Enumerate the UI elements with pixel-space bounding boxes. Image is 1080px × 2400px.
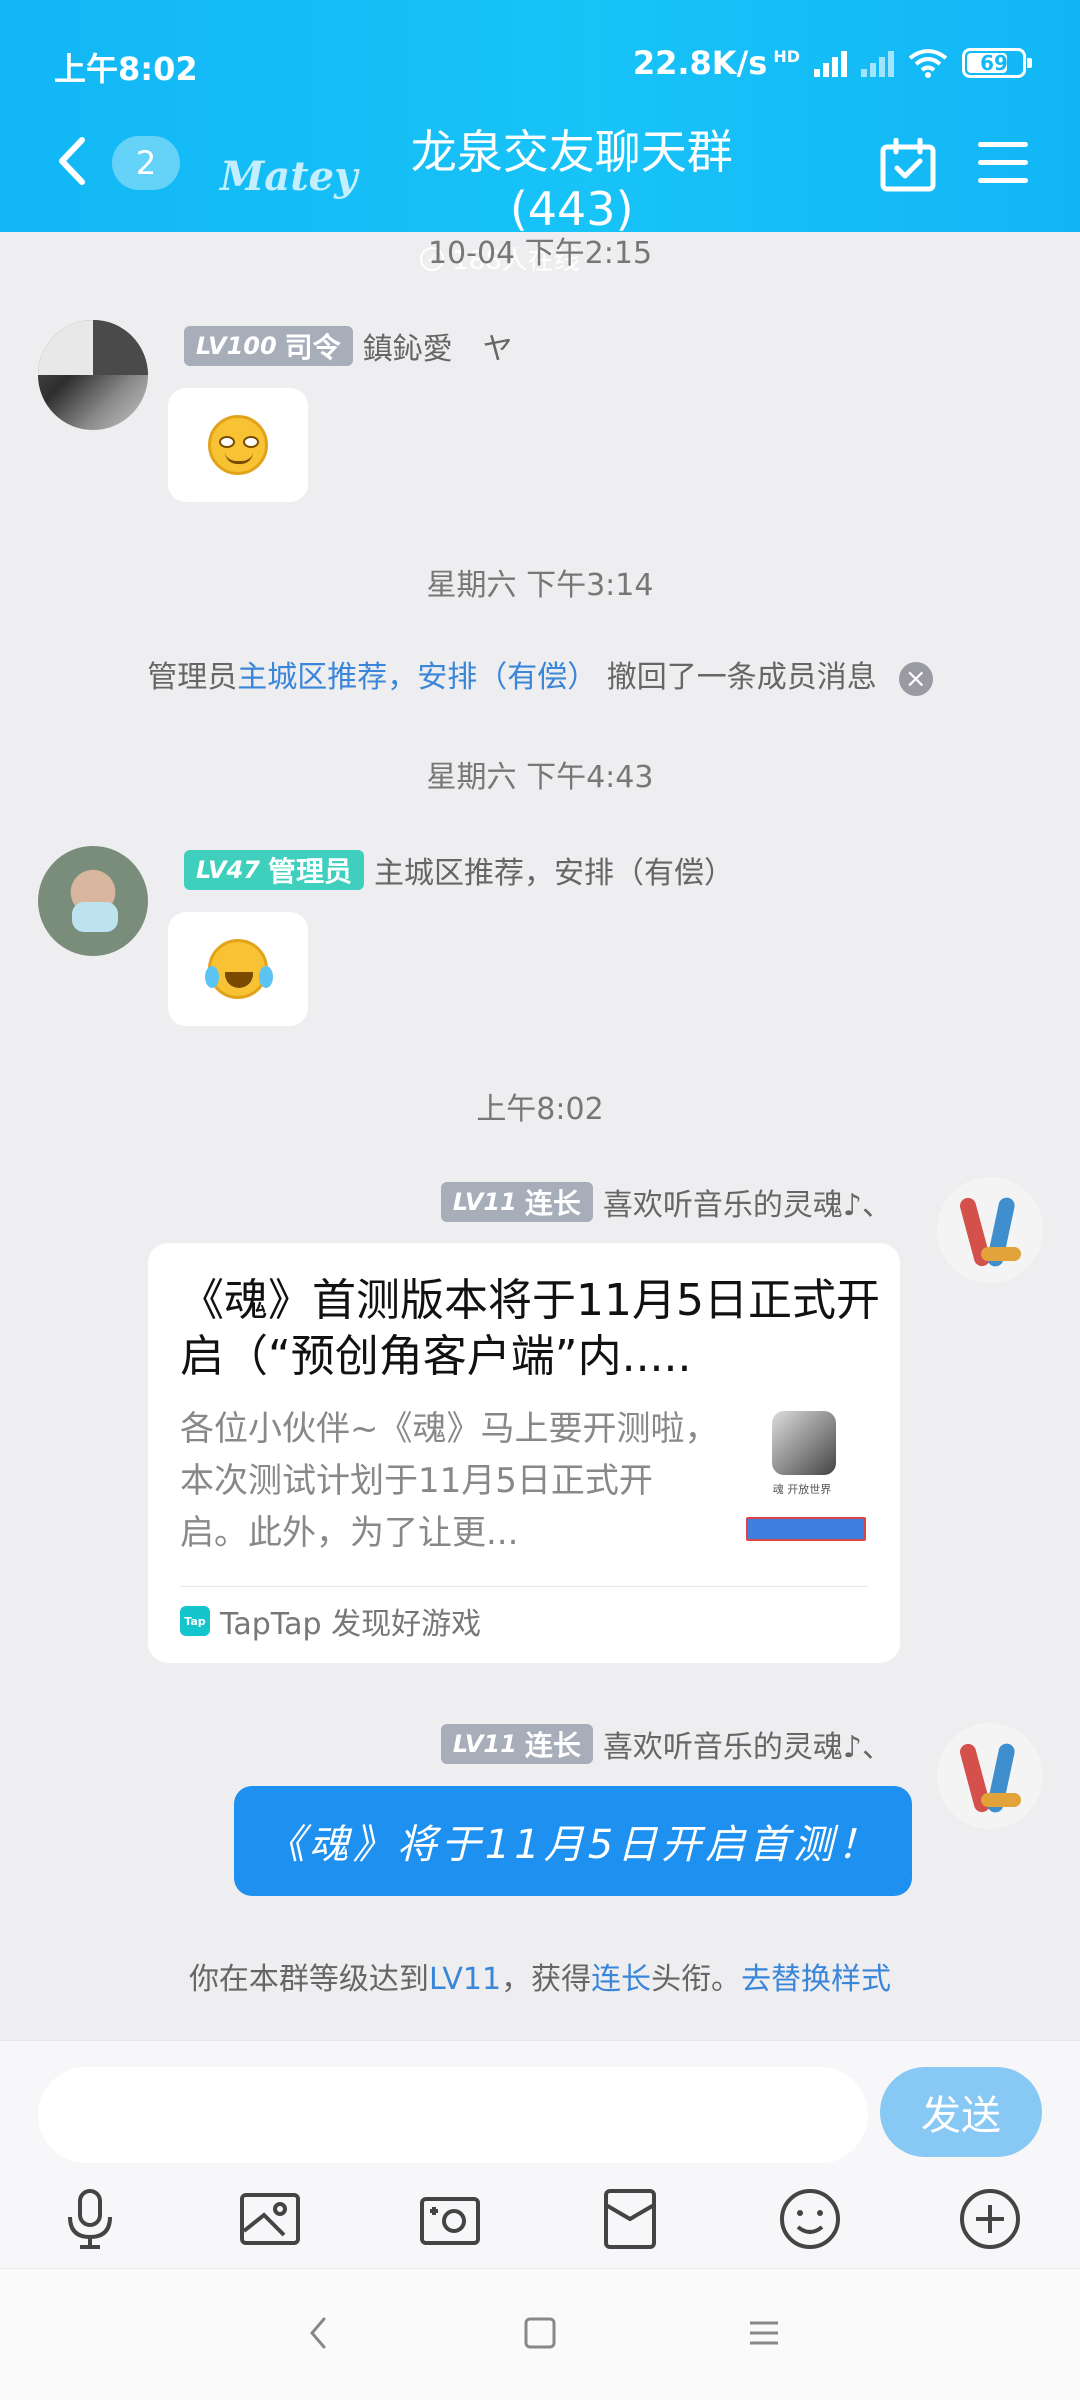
sender-info: LV11 连长 喜欢听音乐的灵魂♪、 (440, 1180, 892, 1224)
send-button[interactable]: 发送 (880, 2067, 1042, 2157)
sender-info: LV11 连长 喜欢听音乐的灵魂♪、 (440, 1722, 892, 1766)
plus-icon[interactable] (956, 2185, 1024, 2253)
emoji-message[interactable] (168, 388, 308, 502)
status-indicators: 22.8K/s HD 69 (632, 44, 1032, 82)
menu-icon[interactable] (978, 142, 1028, 183)
system-nav-bar (0, 2268, 1080, 2400)
level-badge: LV11 连长 (440, 1182, 593, 1222)
game-app-icon (772, 1411, 836, 1475)
battery-icon: 69 (962, 48, 1032, 78)
card-description: 各位小伙伴~《魂》马上要开测啦，本次测试计划于11月5日正式开启。此外，为了让更… (180, 1409, 719, 1553)
network-speed: 22.8K/s (632, 44, 768, 82)
emoji-message[interactable] (168, 912, 308, 1026)
text-message-bubble[interactable]: 《魂》将于11月5日开启首测！ (234, 1786, 912, 1896)
sender-name[interactable]: 喜欢听音乐的灵魂♪、 (603, 1722, 892, 1766)
nav-home-icon[interactable] (520, 2313, 560, 2353)
avatar[interactable] (936, 1722, 1044, 1830)
taptap-icon: Tap (180, 1606, 210, 1636)
level-badge: LV47 管理员 (184, 850, 364, 890)
divider (180, 1586, 868, 1587)
laughing-crying-emoji-icon (205, 939, 273, 999)
back-button[interactable] (54, 136, 88, 186)
avatar[interactable] (38, 320, 148, 430)
input-area: 发送 (0, 2040, 1080, 2268)
recall-notice: 管理员主城区推荐，安排（有偿） 撤回了一条成员消息 × (0, 652, 1080, 696)
sender-name[interactable]: 主城区推荐，安排（有偿） (374, 848, 734, 892)
sender-info: LV100 司令 鎮鈊愛 ヤ (184, 324, 513, 368)
timestamp: 星期六 下午3:14 (426, 568, 654, 603)
wifi-icon (908, 49, 948, 78)
unread-count-badge[interactable]: 2 (112, 136, 180, 190)
sender-info: LV47 管理员 主城区推荐，安排（有偿） (184, 848, 734, 892)
group-title: 龙泉交友聊天群(443) (410, 125, 733, 236)
timestamp: 上午8:02 (476, 1092, 604, 1127)
matey-logo: Matey (220, 152, 358, 200)
thumbnail-button (746, 1517, 866, 1541)
card-thumbnail: 魂 开放世界 (732, 1411, 872, 1541)
calendar-check-icon[interactable] (880, 137, 936, 192)
nav-recents-icon[interactable] (744, 2313, 784, 2353)
sender-name[interactable]: 鎮鈊愛 ヤ (363, 324, 513, 368)
avatar[interactable] (936, 1176, 1044, 1284)
level-badge: LV11 连长 (440, 1724, 593, 1764)
timestamp: 10-04 下午2:15 (427, 236, 653, 271)
avatar[interactable] (38, 846, 148, 956)
close-icon[interactable]: × (898, 661, 933, 696)
red-packet-icon[interactable] (596, 2185, 664, 2253)
camera-icon[interactable] (416, 2185, 484, 2253)
card-title: 《魂》首测版本将于11月5日正式开启（“预创角客户端”内..... (180, 1275, 880, 1382)
emoji-icon[interactable] (776, 2185, 844, 2253)
hd-label: HD (773, 46, 800, 66)
image-icon[interactable] (236, 2185, 304, 2253)
admin-link[interactable]: 主城区推荐，安排（有偿） (237, 660, 597, 695)
level-up-tip: 你在本群等级达到LV11，获得连长头衔。去替换样式 (188, 1962, 892, 1997)
signal-icon-2 (861, 49, 894, 77)
signal-icon (814, 49, 847, 77)
shared-link-card[interactable]: 《魂》首测版本将于11月5日正式开启（“预创角客户端”内..... 各位小伙伴~… (148, 1243, 900, 1663)
status-bar: 上午8:02 22.8K/s HD 69 (54, 44, 1032, 88)
level-badge: LV100 司令 (184, 326, 353, 366)
chat-header: 上午8:02 22.8K/s HD 69 2 Matey 龙泉交友聊天群(443… (0, 0, 1080, 276)
timestamp: 星期六 下午4:43 (426, 760, 654, 795)
change-style-link[interactable]: 去替换样式 (741, 1962, 891, 1997)
smirk-emoji-icon (208, 415, 268, 475)
microphone-icon[interactable] (56, 2185, 124, 2253)
sender-name[interactable]: 喜欢听音乐的灵魂♪、 (603, 1180, 892, 1224)
status-time: 上午8:02 (54, 50, 198, 88)
message-input[interactable] (38, 2067, 868, 2163)
nav-back-icon[interactable] (300, 2313, 340, 2353)
card-source: Tap TapTap 发现好游戏 (180, 1599, 481, 1643)
